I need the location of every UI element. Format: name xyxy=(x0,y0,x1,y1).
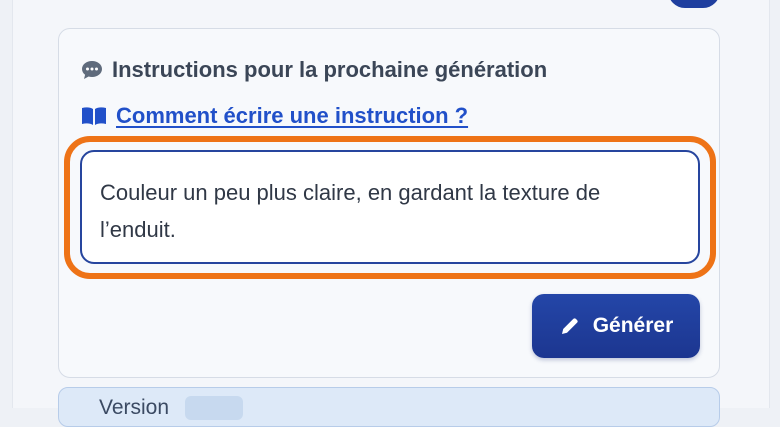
instructions-title: Instructions pour la prochaine génératio… xyxy=(112,57,548,82)
help-link[interactable]: Comment écrire une instruction ? xyxy=(116,103,468,129)
speech-bubble-icon xyxy=(80,59,104,81)
instruction-textarea[interactable]: Couleur un peu plus claire, en gardant l… xyxy=(80,150,700,264)
info-box: Version xyxy=(58,387,720,427)
open-book-icon xyxy=(80,105,108,127)
pen-icon xyxy=(559,315,581,337)
help-row: Comment écrire une instruction ? xyxy=(80,101,468,131)
generate-label: Générer xyxy=(592,314,674,337)
instructions-heading: Instructions pour la prochaine génératio… xyxy=(80,54,547,86)
info-chip xyxy=(185,396,243,420)
generate-button[interactable]: Générer xyxy=(532,294,700,358)
